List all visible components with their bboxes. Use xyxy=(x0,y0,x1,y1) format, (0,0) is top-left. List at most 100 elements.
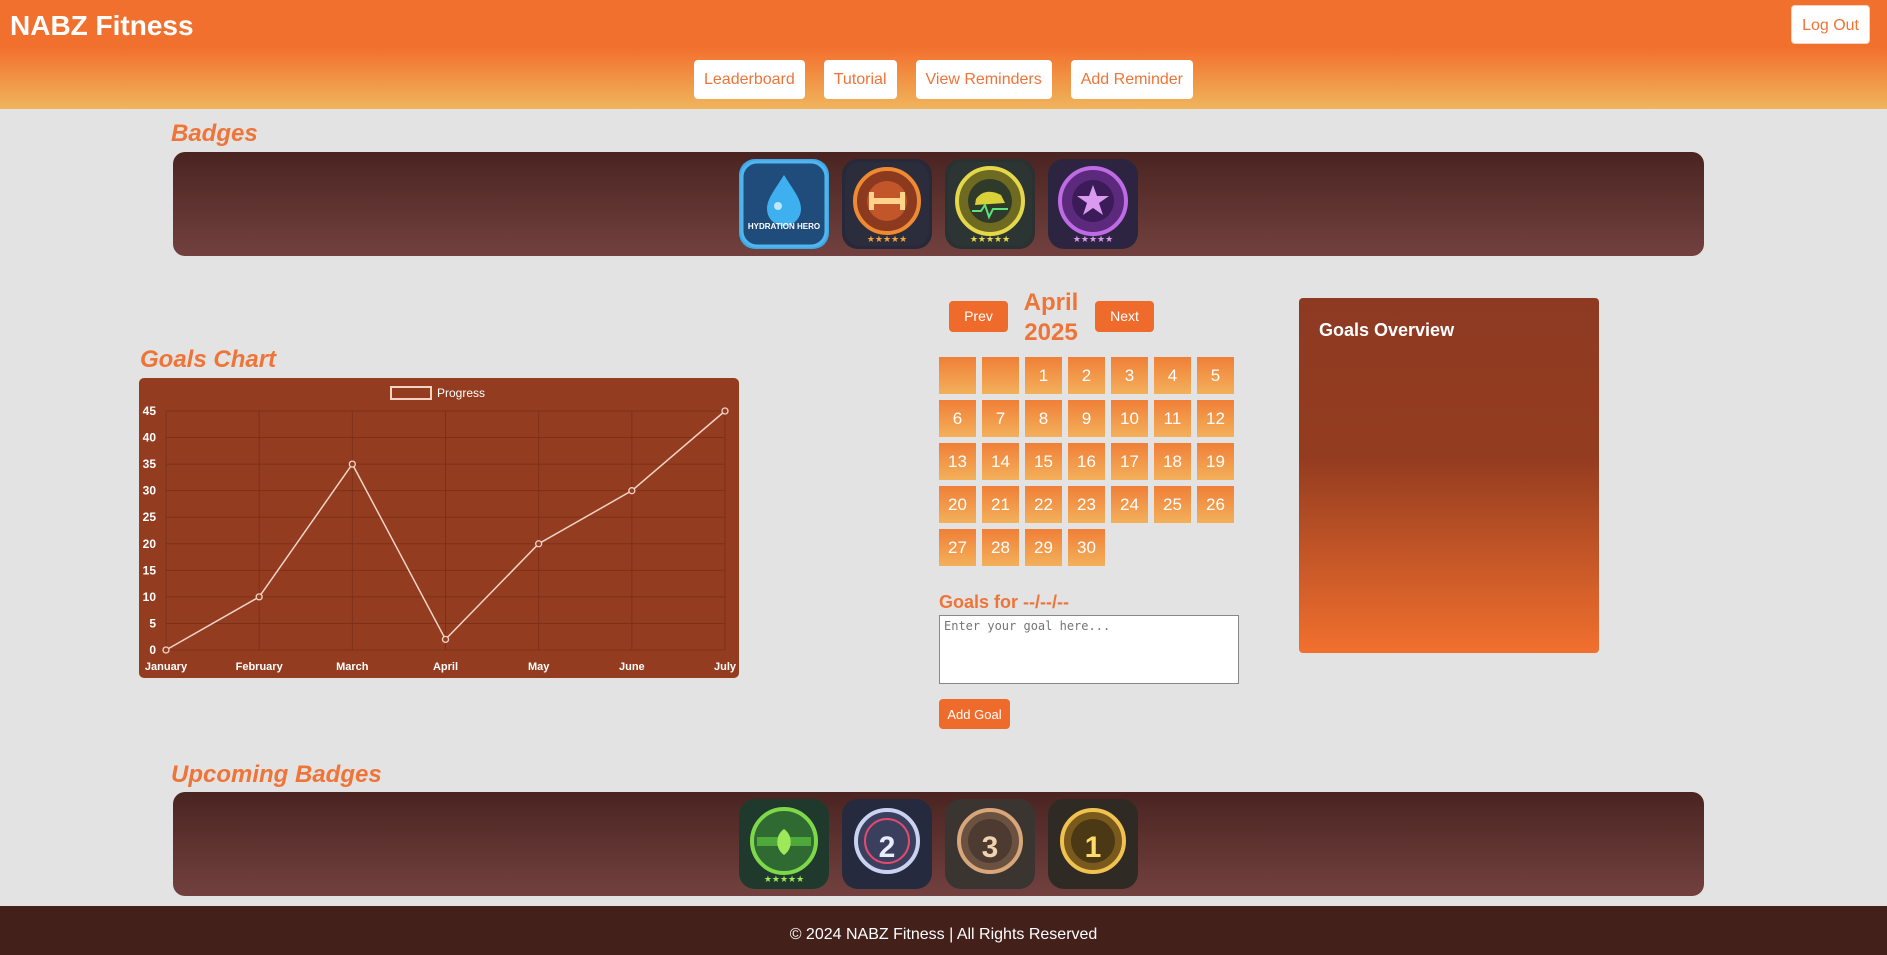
calendar-year: 2025 xyxy=(1024,319,1078,346)
upcoming-badges-title: Upcoming Badges xyxy=(171,761,382,788)
calendar-day[interactable]: 26 xyxy=(1197,486,1234,523)
calendar-day[interactable]: 22 xyxy=(1025,486,1062,523)
progress-data-point xyxy=(348,460,356,468)
calendar-day[interactable]: 1 xyxy=(1025,357,1062,394)
calendar-day[interactable]: 10 xyxy=(1111,400,1148,437)
top-2-badge-icon: 2 xyxy=(842,799,932,889)
tutorial-button[interactable]: Tutorial xyxy=(823,60,897,99)
top-1-badge-icon: 1 xyxy=(1048,799,1138,889)
calendar-day[interactable]: 11 xyxy=(1154,400,1191,437)
add-goal-button[interactable]: Add Goal xyxy=(939,699,1010,729)
app-title: NABZ Fitness xyxy=(10,10,194,41)
y-tick-label: 35 xyxy=(143,457,157,471)
calendar-day[interactable]: 15 xyxy=(1025,443,1062,480)
calendar-grid: 1 2 3 4 5 6 7 8 9 10 11 12 13 14 15 16 17 18 19 20 21 22 23 24 2… xyxy=(939,357,1234,566)
progress-data-point xyxy=(255,593,263,601)
y-tick-label: 45 xyxy=(143,404,157,418)
calendar-day[interactable]: 18 xyxy=(1154,443,1191,480)
y-tick-label: 5 xyxy=(149,616,156,630)
y-tick-label: 10 xyxy=(143,590,157,604)
badge-rank-number: 2 xyxy=(878,831,896,864)
calendar-day[interactable]: 7 xyxy=(982,400,1019,437)
calendar-day[interactable]: 24 xyxy=(1111,486,1148,523)
y-tick-label: 40 xyxy=(143,431,157,445)
calendar-day[interactable]: 9 xyxy=(1068,400,1105,437)
calendar-month: April xyxy=(1023,289,1079,316)
goal-input[interactable] xyxy=(939,615,1239,684)
x-tick-label: March xyxy=(336,661,369,673)
svg-text:★★★★★: ★★★★★ xyxy=(867,235,907,245)
badge-caption: HYDRATION HERO xyxy=(747,222,821,231)
view-reminders-button[interactable]: View Reminders xyxy=(915,60,1052,99)
goals-for-label: Goals for --/--/-- xyxy=(939,592,1069,612)
calendar-day[interactable]: 17 xyxy=(1111,443,1148,480)
goals-overview-title: Goals Overview xyxy=(1319,320,1455,340)
main-nav: Leaderboard Tutorial View Reminders Add … xyxy=(0,60,1887,99)
goals-overview-panel: Goals Overview xyxy=(1299,298,1599,653)
calendar-day[interactable]: 21 xyxy=(982,486,1019,523)
progress-data-point xyxy=(721,407,729,415)
nutrition-warrior-badge-icon: ★★★★★ xyxy=(739,799,829,889)
legend-swatch xyxy=(390,386,432,400)
logout-button[interactable]: Log Out xyxy=(1791,5,1870,44)
badges-strip: HYDRATION HERO ★★★★★ ★★★★★ ★★★★★ xyxy=(173,152,1704,256)
calendar-day[interactable]: 3 xyxy=(1111,357,1148,394)
badges-title: Badges xyxy=(171,120,258,147)
calendar-day[interactable]: 29 xyxy=(1025,529,1062,566)
x-tick-label: January xyxy=(145,661,188,673)
header: NABZ Fitness Log Out Leaderboard Tutoria… xyxy=(0,0,1887,109)
calendar-day[interactable]: 19 xyxy=(1197,443,1234,480)
progress-data-point xyxy=(441,635,450,644)
y-tick-label: 0 xyxy=(149,643,156,657)
y-tick-label: 20 xyxy=(143,537,157,551)
x-tick-label: June xyxy=(619,661,645,673)
calendar-day[interactable]: 12 xyxy=(1197,400,1234,437)
calendar-day[interactable]: 5 xyxy=(1197,357,1234,394)
calendar-blank-cell xyxy=(982,357,1019,394)
calendar-blank-cell xyxy=(939,357,976,394)
calendar-day[interactable]: 28 xyxy=(982,529,1019,566)
svg-text:★★★★★: ★★★★★ xyxy=(970,235,1010,245)
goals-line-chart: 0 5 10 15 20 25 30 35 40 45 January February March Ap… xyxy=(143,386,737,673)
calendar-day[interactable]: 8 xyxy=(1025,400,1062,437)
legend-label: Progress xyxy=(437,386,485,400)
hydration-hero-badge-icon: HYDRATION HERO xyxy=(739,159,829,249)
progress-data-point xyxy=(535,540,543,548)
svg-text:★★★★★: ★★★★★ xyxy=(1073,235,1113,245)
y-tick-label: 15 xyxy=(143,563,157,577)
calendar-day[interactable]: 25 xyxy=(1154,486,1191,523)
calendar-day[interactable]: 14 xyxy=(982,443,1019,480)
upcoming-badges-strip: ★★★★★ 2 3 1 xyxy=(173,792,1704,896)
calendar-day[interactable]: 13 xyxy=(939,443,976,480)
y-tick-label: 25 xyxy=(143,510,157,524)
top-3-badge-icon: 3 xyxy=(945,799,1035,889)
x-tick-label: July xyxy=(714,661,737,673)
leaderboard-button[interactable]: Leaderboard xyxy=(694,60,805,99)
footer: © 2024 NABZ Fitness | All Rights Reserve… xyxy=(0,906,1887,955)
step-badge-icon: ★★★★★ xyxy=(945,159,1035,249)
calendar-day[interactable]: 6 xyxy=(939,400,976,437)
calendar-day[interactable]: 23 xyxy=(1068,486,1105,523)
calendar-day[interactable]: 30 xyxy=(1068,529,1105,566)
progress-data-point xyxy=(162,646,170,654)
calendar-day[interactable]: 16 xyxy=(1068,443,1105,480)
svg-text:★★★★★: ★★★★★ xyxy=(764,875,804,885)
calendar-day[interactable]: 4 xyxy=(1154,357,1191,394)
next-month-button[interactable]: Next xyxy=(1095,301,1154,332)
progress-data-point xyxy=(628,487,636,495)
badge-rank-number: 3 xyxy=(981,831,999,864)
prev-month-button[interactable]: Prev xyxy=(949,301,1008,332)
calendar-day[interactable]: 20 xyxy=(939,486,976,523)
add-reminder-button[interactable]: Add Reminder xyxy=(1070,60,1193,99)
calendar-month-title: April 2025 xyxy=(1010,288,1092,348)
goals-chart: 0 5 10 15 20 25 30 35 40 45 January February March Ap… xyxy=(139,378,739,678)
x-tick-label: April xyxy=(433,661,458,673)
y-tick-label: 30 xyxy=(143,484,157,498)
badge-rank-number: 1 xyxy=(1084,831,1102,864)
calendar-day[interactable]: 2 xyxy=(1068,357,1105,394)
x-tick-label: May xyxy=(528,661,550,673)
goals-chart-title: Goals Chart xyxy=(140,346,277,373)
x-tick-label: February xyxy=(236,661,284,673)
workout-champion-badge-icon: ★★★★★ xyxy=(842,159,932,249)
calendar-day[interactable]: 27 xyxy=(939,529,976,566)
